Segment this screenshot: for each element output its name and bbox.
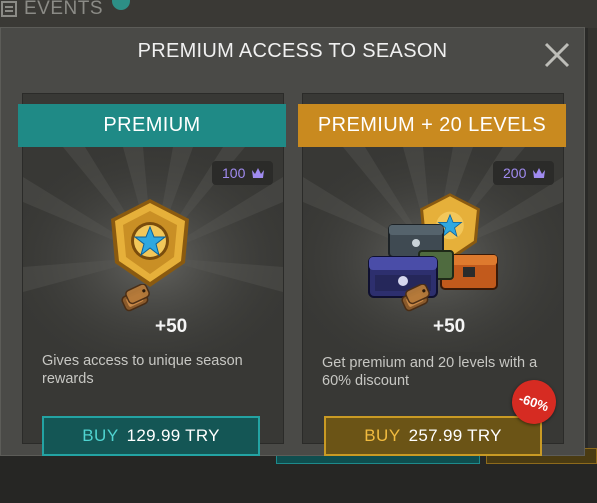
card-header: PREMIUM + 20 LEVELS bbox=[298, 104, 566, 147]
premium-plus-levels-card: PREMIUM + 20 LEVELS 200 +50 Get premium … bbox=[298, 93, 566, 456]
card-description: Gives access to unique season rewards bbox=[42, 353, 243, 387]
close-icon bbox=[544, 42, 570, 68]
buy-price: 129.99 TRY bbox=[126, 426, 220, 445]
points-badge: 200 bbox=[493, 161, 555, 185]
dog-tag-icon bbox=[121, 284, 150, 312]
points-value: 100 bbox=[222, 165, 246, 181]
buy-premium-button[interactable]: BUY 129.99 TRY bbox=[42, 416, 260, 456]
buy-label: BUY bbox=[364, 426, 401, 445]
dog-tag-icon bbox=[401, 284, 430, 312]
premium-card: PREMIUM 100 +50 Gives access to unique s… bbox=[18, 93, 286, 456]
buy-premium-levels-button[interactable]: BUY 257.99 TRY bbox=[324, 416, 542, 456]
buy-label: BUY bbox=[82, 426, 119, 445]
points-value: 200 bbox=[503, 165, 527, 181]
modal-title: PREMIUM ACCESS TO SEASON bbox=[137, 40, 448, 62]
points-badge: 100 bbox=[212, 161, 274, 185]
card-header: PREMIUM bbox=[18, 104, 286, 147]
close-button[interactable] bbox=[542, 40, 572, 70]
crown-icon bbox=[533, 168, 546, 178]
background-right-strip bbox=[588, 28, 597, 456]
document-icon bbox=[1, 1, 17, 17]
crown-icon bbox=[252, 168, 265, 178]
premium-access-modal: PREMIUM ACCESS TO SEASON PREMIUM 100 +50… bbox=[0, 27, 585, 456]
gold-star-badge-icon bbox=[111, 199, 189, 287]
reward-amount: +50 bbox=[433, 316, 466, 337]
buy-price: 257.99 TRY bbox=[408, 426, 502, 445]
events-label: EVENTS bbox=[24, 0, 104, 19]
events-tab[interactable]: EVENTS bbox=[0, 0, 103, 22]
reward-amount: +50 bbox=[155, 316, 188, 337]
card-description: Get premium and 20 levels with a 60% dis… bbox=[322, 355, 538, 389]
